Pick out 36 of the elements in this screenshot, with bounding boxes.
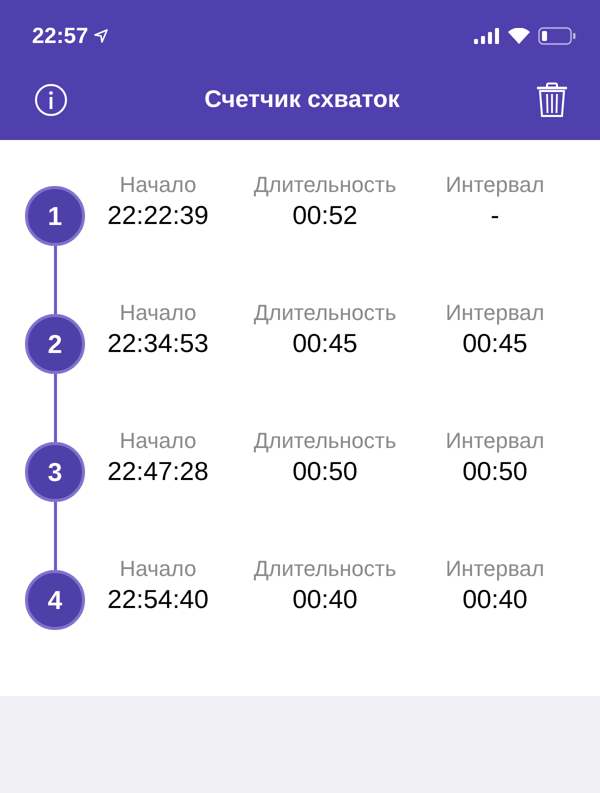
status-time: 22:57 bbox=[32, 23, 88, 49]
duration-label: Длительность bbox=[254, 428, 396, 454]
location-arrow-icon bbox=[94, 29, 108, 43]
contraction-number: 4 bbox=[25, 570, 85, 630]
interval-label: Интервал bbox=[446, 172, 544, 198]
duration-label: Длительность bbox=[254, 172, 396, 198]
start-time: 22:34:53 bbox=[107, 328, 209, 359]
start-time: 22:54:40 bbox=[107, 584, 209, 615]
interval-value: 00:45 bbox=[462, 328, 528, 359]
info-button[interactable] bbox=[34, 83, 68, 117]
start-label: Начало bbox=[120, 428, 196, 454]
start-time: 22:47:28 bbox=[107, 456, 209, 487]
start-time: 22:22:39 bbox=[107, 200, 209, 231]
interval-value: - bbox=[490, 200, 500, 231]
duration-label: Длительность bbox=[254, 300, 396, 326]
duration-label: Длительность bbox=[254, 556, 396, 582]
battery-icon bbox=[538, 27, 576, 45]
signal-icon bbox=[474, 28, 500, 44]
start-label: Начало bbox=[120, 556, 196, 582]
trash-button[interactable] bbox=[536, 82, 568, 118]
wifi-icon bbox=[508, 28, 530, 44]
start-label: Начало bbox=[120, 300, 196, 326]
interval-value: 00:40 bbox=[462, 584, 528, 615]
duration-value: 00:50 bbox=[292, 456, 358, 487]
start-label: Начало bbox=[120, 172, 196, 198]
interval-value: 00:50 bbox=[462, 456, 528, 487]
interval-label: Интервал bbox=[446, 428, 544, 454]
contraction-number: 1 bbox=[25, 186, 85, 246]
contraction-number: 3 bbox=[25, 442, 85, 502]
screen-title: Счетчик схваток bbox=[204, 86, 400, 114]
duration-value: 00:40 bbox=[292, 584, 358, 615]
duration-value: 00:45 bbox=[292, 328, 358, 359]
duration-value: 00:52 bbox=[292, 200, 358, 231]
interval-label: Интервал bbox=[446, 556, 544, 582]
interval-label: Интервал bbox=[446, 300, 544, 326]
contraction-number: 2 bbox=[25, 314, 85, 374]
